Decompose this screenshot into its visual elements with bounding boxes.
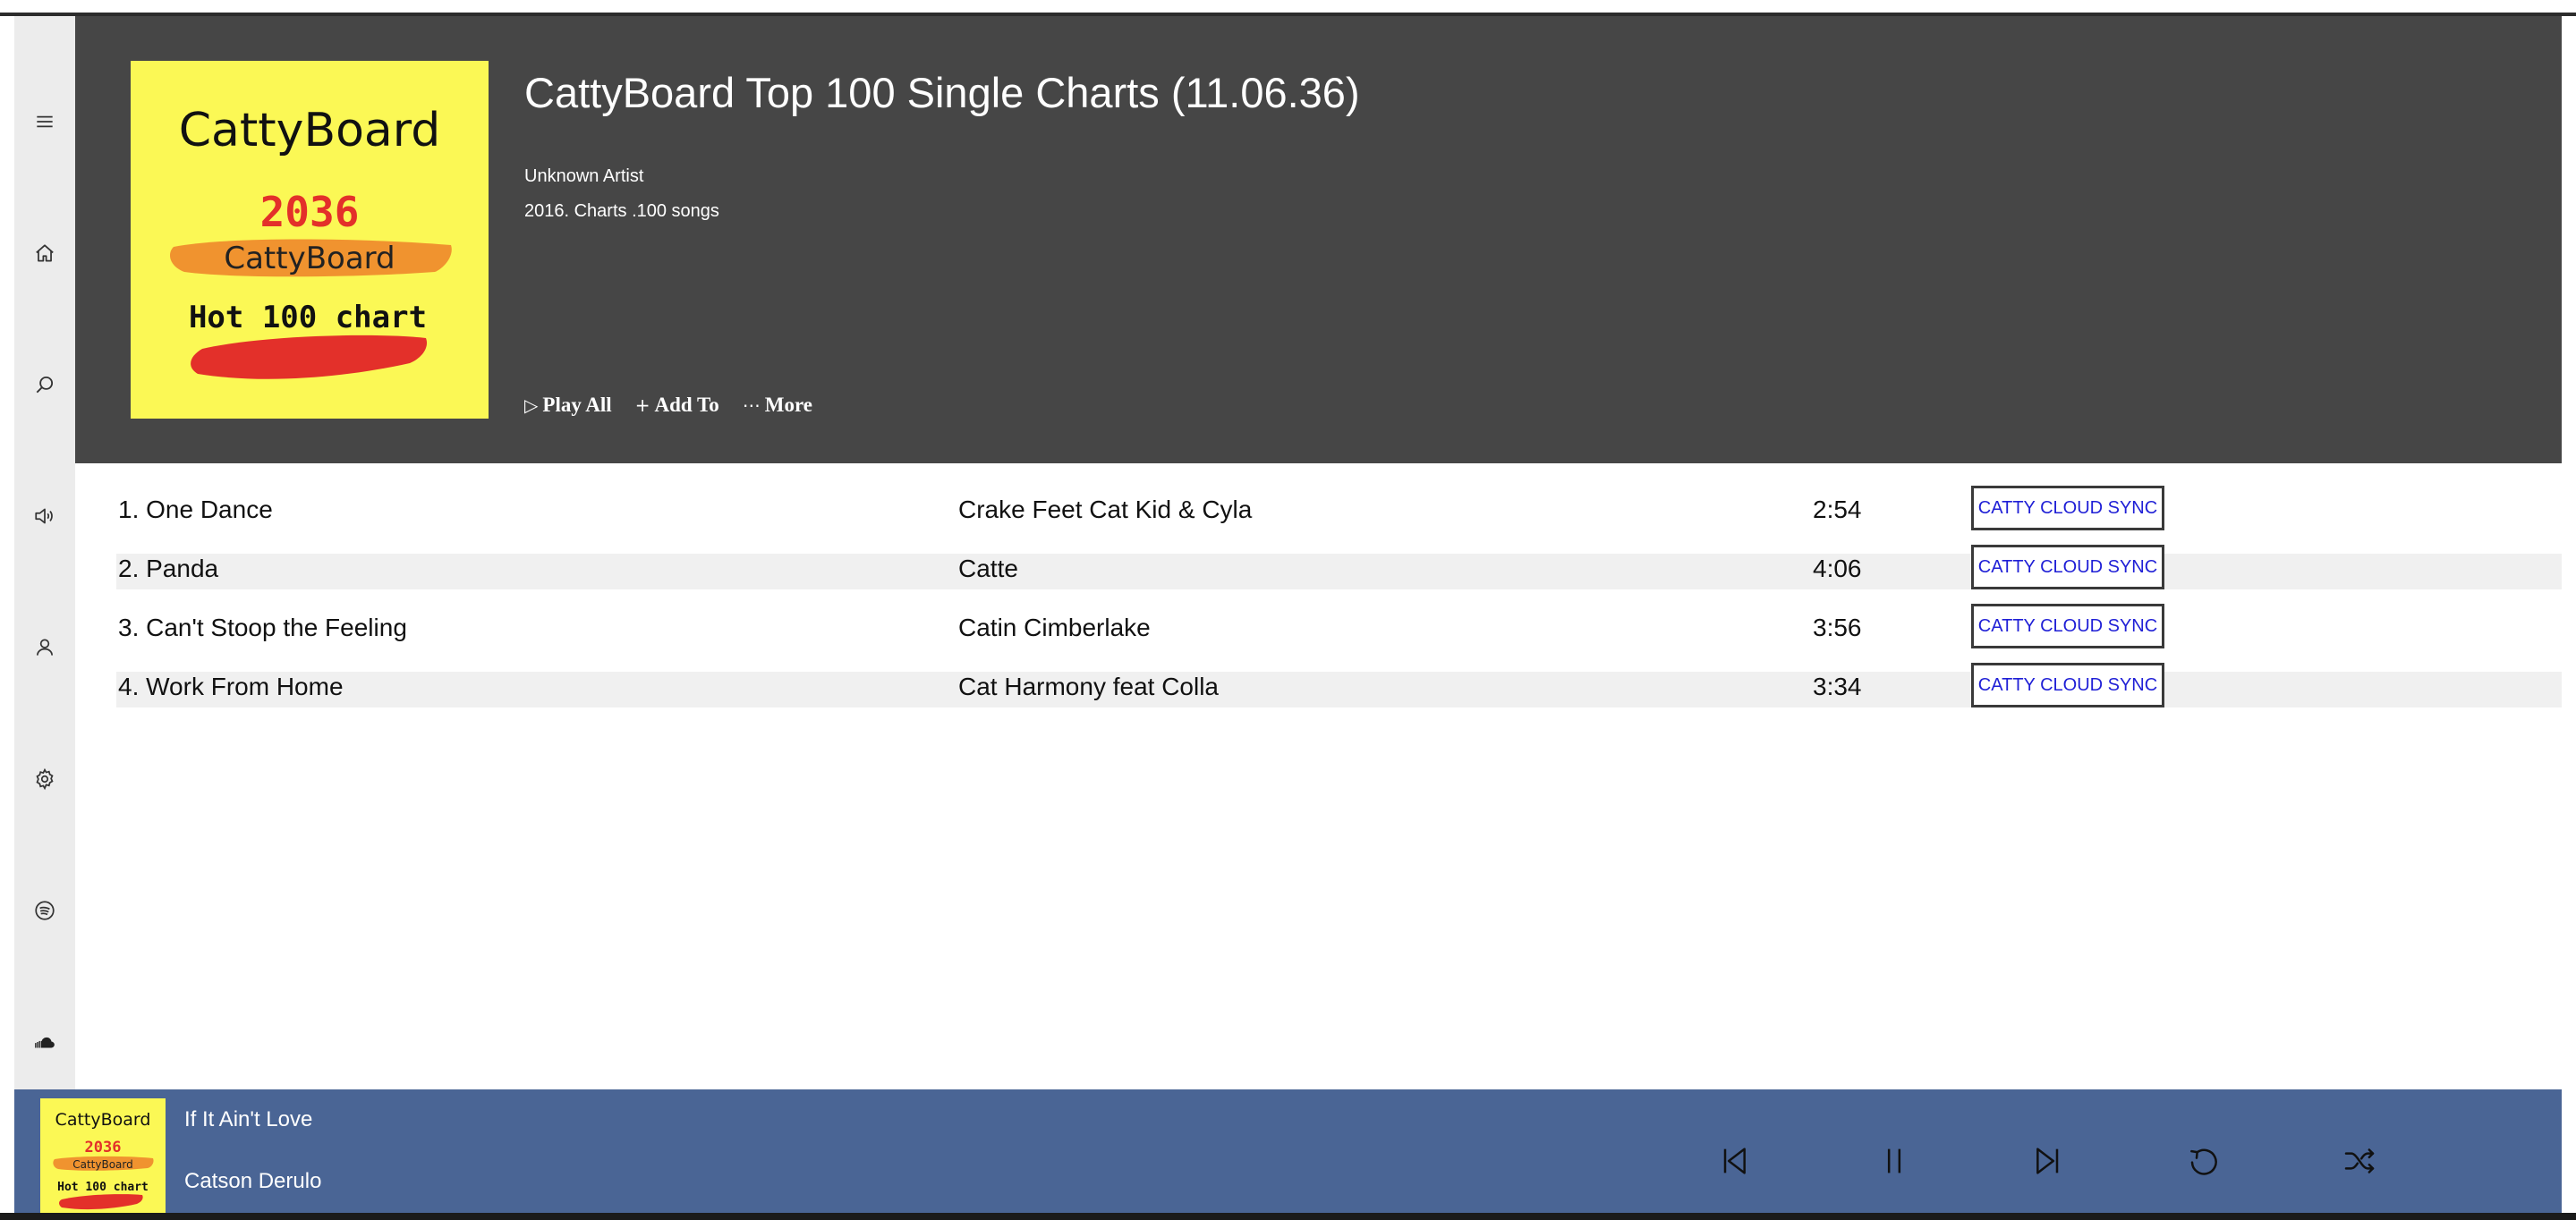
track-name: 4. Work From Home [118,673,344,700]
user-icon[interactable] [27,630,63,665]
mini-cover-sub-brand: CattyBoard [72,1158,133,1171]
add-to-label: Add To [654,394,719,416]
mini-cover-year: 2036 [85,1139,122,1156]
search-icon[interactable] [27,367,63,402]
track-artist: Cat Harmony feat Colla [958,673,1220,700]
window-bottom-border [0,1213,2576,1220]
gear-icon[interactable] [27,761,63,797]
pause-button[interactable] [1873,1140,1916,1182]
cover-chart-name: Hot 100 chart [189,300,427,335]
play-icon: ▷ [524,394,539,416]
repeat-icon [2190,1148,2217,1175]
now-playing-artist: Catson Derulo [184,1169,322,1193]
mini-cover-chart-name: Hot 100 chart [57,1181,149,1194]
cover-sub-brand: CattyBoard [224,241,395,276]
window-top-margin [0,0,2576,13]
menu-icon[interactable] [27,104,63,140]
pause-icon [1887,1148,1901,1173]
cover-brand: CattyBoard [179,104,441,157]
catty-cloud-sync-button[interactable]: CATTY CLOUD SYNC [1971,604,2164,648]
album-artist: Unknown Artist [524,166,644,186]
track-name: 3. Can't Stoop the Feeling [118,614,407,641]
track-artist: Catte [958,555,1018,582]
mini-cover-brand: CattyBoard [55,1110,151,1130]
now-playing-cover[interactable]: CattyBoard 2036 CattyBoard Hot 100 chart [40,1098,166,1213]
spotify-icon[interactable] [27,893,63,928]
more-button[interactable]: ⋯ More [743,394,812,417]
track-duration: 3:56 [1813,614,1862,641]
window-left-margin [0,16,14,1220]
plus-icon: + [634,394,650,416]
home-icon[interactable] [27,235,63,271]
now-playing-bar: CattyBoard 2036 CattyBoard Hot 100 chart… [14,1089,2562,1213]
add-to-button[interactable]: + Add To [635,394,719,417]
track-artist: Crake Feet Cat Kid & Cyla [958,496,1253,523]
cover-red-stroke [191,335,428,379]
previous-button[interactable] [1713,1140,1756,1182]
album-meta: 2016. Charts .100 songs [524,201,719,221]
next-button[interactable] [2027,1140,2070,1182]
next-icon [2036,1148,2059,1174]
cloud-icon[interactable] [27,1024,63,1060]
volume-icon[interactable] [27,498,63,534]
page-title: CattyBoard Top 100 Single Charts (11.06.… [524,69,1360,116]
repeat-button[interactable] [2182,1140,2225,1182]
previous-icon [1723,1148,1746,1174]
play-all-button[interactable]: ▷ Play All [524,394,612,417]
play-all-label: Play All [542,394,612,416]
track-row[interactable]: 1. One Dance Crake Feet Cat Kid & Cyla 2… [116,483,2562,542]
album-actions: ▷ Play All + Add To ⋯ More [524,394,812,417]
track-row[interactable]: 4. Work From Home Cat Harmony feat Colla… [116,660,2562,719]
catty-cloud-sync-button[interactable]: CATTY CLOUD SYNC [1971,486,2164,530]
catty-cloud-sync-button[interactable]: CATTY CLOUD SYNC [1971,663,2164,707]
catty-cloud-sync-button[interactable]: CATTY CLOUD SYNC [1971,545,2164,589]
track-duration: 3:34 [1813,673,1862,700]
track-row[interactable]: 3. Can't Stoop the Feeling Catin Cimberl… [116,601,2562,660]
sidebar [14,16,75,1089]
ellipsis-icon: ⋯ [742,394,761,416]
more-label: More [764,394,812,416]
now-playing-title: If It Ain't Love [184,1107,313,1131]
track-name: 1. One Dance [118,496,273,523]
window-right-margin [2562,16,2576,1220]
shuffle-icon [2344,1148,2375,1173]
cover-year: 2036 [260,188,360,236]
track-row[interactable]: 2. Panda Catte 4:06 CATTY CLOUD SYNC [116,542,2562,601]
shuffle-button[interactable] [2338,1140,2381,1182]
track-name: 2. Panda [118,555,219,582]
track-duration: 4:06 [1813,555,1862,582]
album-cover: CattyBoard 2036 CattyBoard Hot 100 chart [131,61,489,419]
track-list: 1. One Dance Crake Feet Cat Kid & Cyla 2… [116,483,2562,719]
track-artist: Catin Cimberlake [958,614,1151,641]
album-header: CattyBoard 2036 CattyBoard Hot 100 chart… [75,16,2562,463]
track-duration: 2:54 [1813,496,1862,523]
